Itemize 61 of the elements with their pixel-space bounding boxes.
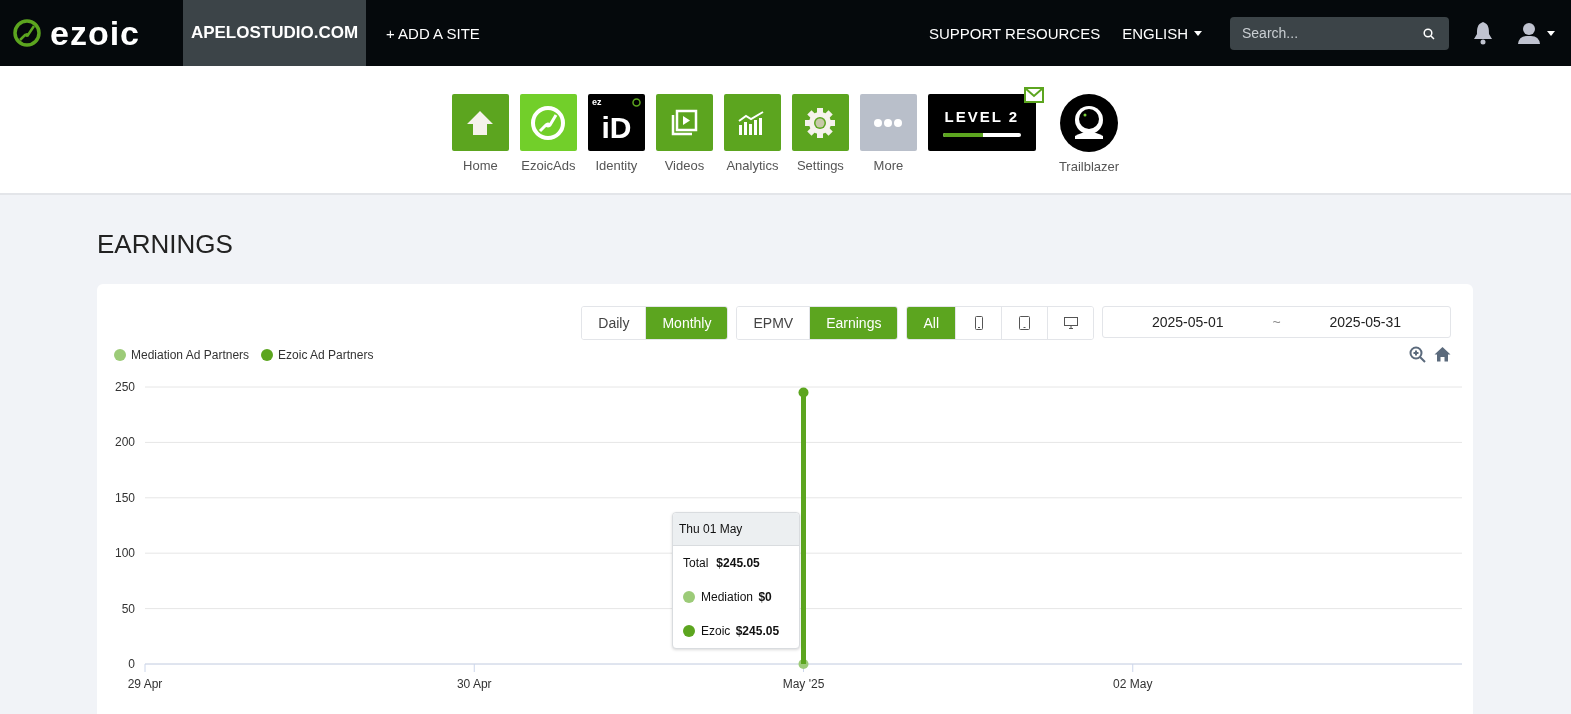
more-icon xyxy=(874,118,903,127)
tooltip-row: Ezoic $245.05 xyxy=(701,624,780,638)
tile-mark-text: iD xyxy=(601,112,632,143)
app-label: EzoicAds xyxy=(521,158,576,173)
y-axis-label: 100 xyxy=(114,546,135,561)
app-label: Identity xyxy=(595,158,638,173)
x-axis-label: 02 May xyxy=(1113,677,1153,691)
app-label: Settings xyxy=(796,158,844,173)
x-axis-label: 29 Apr xyxy=(127,677,163,691)
envelope-icon[interactable] xyxy=(1023,87,1044,103)
level-title: LEVEL 2 xyxy=(944,108,1020,125)
app-label: Analytics xyxy=(726,158,779,173)
language-dropdown[interactable]: ENGLISH xyxy=(1122,24,1202,42)
ezoic-logo-icon xyxy=(12,18,42,48)
astronaut-helmet-icon[interactable] xyxy=(1060,94,1118,152)
settings-icon xyxy=(804,106,837,139)
tablet-icon xyxy=(1019,316,1030,330)
legend-item[interactable]: Ezoic Ad Partners xyxy=(261,347,374,362)
app-label: Trailblazer xyxy=(1058,159,1120,174)
bell-icon[interactable] xyxy=(1473,21,1493,45)
app-tile[interactable] xyxy=(791,94,849,151)
app-label: More xyxy=(873,158,904,173)
brand-logo[interactable]: ezoic xyxy=(0,13,183,53)
add-site-link[interactable]: + ADD A SITE xyxy=(386,24,480,42)
y-axis-label: 0 xyxy=(128,657,135,671)
tooltip-title: Thu 01 May xyxy=(673,513,799,546)
y-axis-label: 50 xyxy=(121,601,135,616)
y-axis-label: 150 xyxy=(114,490,135,505)
site-tab[interactable]: APELOSTUDIO.COM xyxy=(183,0,366,66)
home-icon[interactable] xyxy=(1434,346,1451,362)
tooltip-total: Total $245.05 xyxy=(682,555,761,572)
x-axis-label: May '25 xyxy=(782,677,825,691)
app-tile[interactable] xyxy=(723,94,781,151)
app-tile[interactable] xyxy=(451,94,509,151)
ezoic-logo-icon xyxy=(529,103,568,142)
desktop-icon xyxy=(1063,317,1078,329)
app-tile[interactable] xyxy=(859,94,917,151)
page-title: EARNINGS xyxy=(97,229,233,260)
desktop-filter-button[interactable] xyxy=(1047,307,1093,339)
search-icon xyxy=(1423,27,1435,40)
y-axis-label: 200 xyxy=(114,435,135,450)
video-icon xyxy=(670,108,699,137)
zoom-in-icon[interactable] xyxy=(1409,346,1426,363)
legend-item[interactable]: Mediation Ad Partners xyxy=(114,347,250,362)
app-tile[interactable] xyxy=(655,94,713,151)
search-field[interactable]: Search... xyxy=(1230,16,1449,50)
home-icon xyxy=(466,108,495,137)
support-link[interactable]: SUPPORT RESOURCES xyxy=(929,24,1101,42)
y-axis-label: 250 xyxy=(114,380,135,394)
identity-tile[interactable]: ez iD xyxy=(587,94,645,151)
x-axis-label: 30 Apr xyxy=(456,677,492,691)
app-label: Home xyxy=(463,158,498,173)
tooltip-row: Mediation $0 xyxy=(701,590,772,604)
user-icon xyxy=(1517,22,1541,44)
app-tile[interactable] xyxy=(519,94,577,151)
tile-mini-text: ez xyxy=(591,97,602,107)
user-menu[interactable] xyxy=(1517,22,1555,44)
phone-icon xyxy=(974,316,983,330)
date-range-field[interactable]: 2025-05-01 ~ 2025-05-31 xyxy=(1102,306,1451,338)
level-badge[interactable]: LEVEL 2 xyxy=(927,94,1036,151)
app-label: Videos xyxy=(664,158,705,173)
